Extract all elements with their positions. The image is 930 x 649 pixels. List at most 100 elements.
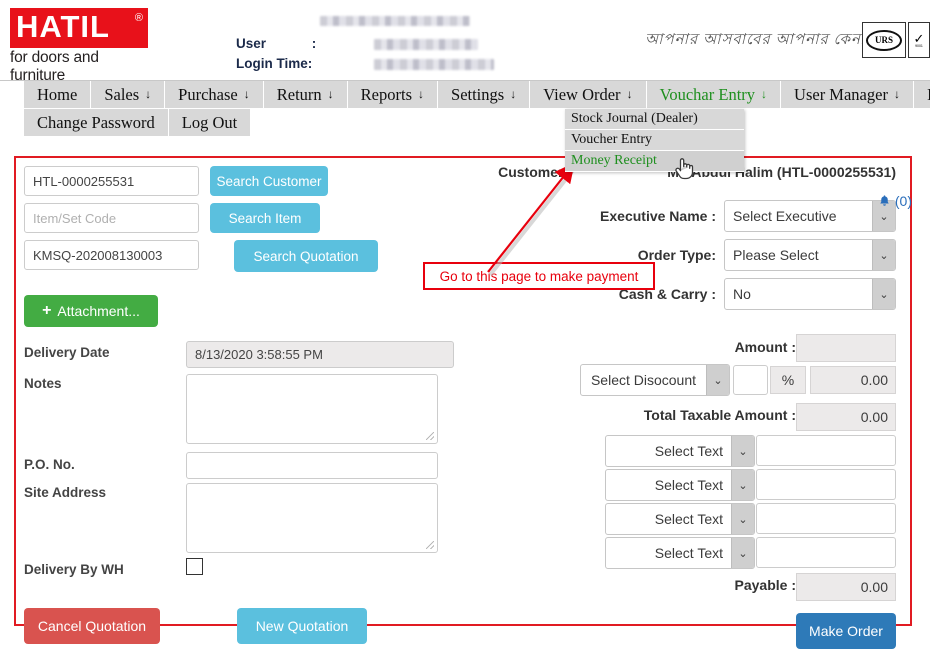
new-quotation-button[interactable]: New Quotation — [237, 608, 367, 644]
text-select-value: Select Text — [654, 443, 723, 459]
dropdown-item-voucher-entry[interactable]: Voucher Entry — [565, 130, 744, 151]
search-item-button[interactable]: Search Item — [210, 203, 320, 233]
nav-item-reports[interactable]: Reports ↓ — [347, 81, 439, 109]
nav-item-label: View Order — [543, 84, 621, 104]
search-quotation-button[interactable]: Search Quotation — [234, 240, 378, 272]
text-select-3[interactable]: Select Text ⌄ — [605, 503, 755, 535]
text-value-input-2[interactable] — [756, 469, 896, 500]
notification-count: (0) — [894, 193, 912, 209]
discount-input[interactable] — [733, 365, 768, 395]
payable-label: Payable : — [734, 577, 796, 593]
left-form-column: Search Customer Search Item Search Quota… — [24, 166, 464, 644]
chevron-down-icon: ↓ — [243, 87, 250, 101]
nav-item-settings[interactable]: Settings ↓ — [438, 81, 531, 109]
vouchar-entry-dropdown[interactable]: Stock Journal (Dealer) Voucher Entry Money… — [565, 109, 744, 172]
quotation-search-row: Search Quotation — [24, 240, 464, 277]
nav-item-user-manager[interactable]: User Manager ↓ — [781, 81, 914, 109]
po-label: P.O. No. — [24, 457, 75, 472]
total-taxable-label: Total Taxable Amount : — [643, 407, 796, 423]
nav-item-vouchar-entry[interactable]: Vouchar Entry ↓ — [646, 81, 782, 109]
user-info-block: User : Login Time: — [236, 16, 494, 74]
nav-item-inventory[interactable]: Inventory↓ — [913, 81, 930, 109]
redacted-login-time-value — [373, 58, 494, 70]
search-customer-button[interactable]: Search Customer — [210, 166, 328, 196]
cancel-quotation-button[interactable]: Cancel Quotation — [24, 608, 160, 644]
nav-item-view-order[interactable]: View Order ↓ — [530, 81, 647, 109]
delivery-date-row: Delivery Date — [24, 341, 464, 368]
text-select-row: Select Text ⌄ — [470, 435, 910, 467]
discount-select[interactable]: Select Disocount ⌄ — [580, 364, 730, 396]
notes-label: Notes — [24, 376, 62, 391]
chevron-down-icon: ⌄ — [731, 504, 754, 534]
text-select-value: Select Text — [654, 545, 723, 561]
registered-mark-icon: ® — [134, 12, 143, 24]
nav-item-label: Vouchar Entry — [659, 84, 756, 104]
plus-icon: + — [42, 302, 52, 319]
item-code-input[interactable] — [24, 203, 199, 233]
nav-item-sales[interactable]: Sales ↓ — [91, 81, 166, 109]
hatil-logo: HATIL ® for doors and furniture — [10, 8, 150, 85]
text-select-2[interactable]: Select Text ⌄ — [605, 469, 755, 501]
text-select-4[interactable]: Select Text ⌄ — [605, 537, 755, 569]
main-navigation: Home Sales ↓ Purchase ↓ Return ↓ Reports ↓ Settin… — [0, 80, 930, 209]
text-value-input-4[interactable] — [756, 537, 896, 568]
text-value-input-3[interactable] — [756, 503, 896, 534]
dropdown-item-stock-journal-dealer[interactable]: Stock Journal (Dealer) — [565, 109, 744, 130]
text-select-value: Select Text — [654, 477, 723, 493]
make-order-button[interactable]: Make Order — [796, 613, 896, 649]
nav-item-home[interactable]: Home — [24, 81, 92, 109]
chevron-down-icon: ⌄ — [731, 538, 754, 568]
cash-carry-value: No — [733, 286, 751, 302]
notes-textarea[interactable] — [186, 374, 438, 444]
percent-symbol: % — [770, 366, 806, 394]
amount-value — [796, 334, 896, 362]
page-header: HATIL ® for doors and furniture User : L… — [0, 0, 930, 84]
order-type-select[interactable]: Please Select ⌄ — [724, 239, 896, 271]
cash-carry-select[interactable]: No ⌄ — [724, 278, 896, 310]
executive-select[interactable]: Select Executive ⌄ — [724, 200, 896, 232]
nav-item-label: Reports — [360, 84, 413, 104]
certification-logos: URS ✓ 9001 — [862, 22, 930, 58]
nav-row-secondary: Change Password Log Out — [0, 109, 930, 137]
nav-item-purchase[interactable]: Purchase ↓ — [165, 81, 264, 109]
notification-area[interactable]: (0) — [878, 193, 912, 209]
text-select-row: Select Text ⌄ — [470, 469, 910, 501]
nav-item-label: Log Out — [181, 112, 238, 132]
iso-certification-icon: ✓ 9001 — [908, 22, 930, 58]
discount-amount: 0.00 — [810, 366, 896, 394]
site-address-textarea[interactable] — [186, 483, 438, 553]
nav-item-return[interactable]: Return ↓ — [263, 81, 348, 109]
dropdown-item-money-receipt[interactable]: Money Receipt — [565, 151, 744, 172]
chevron-down-icon: ↓ — [327, 87, 334, 101]
attachment-label: Attachment... — [57, 303, 140, 319]
nav-item-log-out[interactable]: Log Out — [168, 109, 252, 137]
site-address-row: Site Address — [24, 483, 464, 558]
item-search-row: Search Item — [24, 203, 464, 240]
nav-item-change-password[interactable]: Change Password — [24, 109, 169, 137]
login-time-label: Login Time: — [236, 56, 313, 71]
delivery-date-input[interactable] — [186, 341, 454, 368]
nav-item-label: Return — [276, 84, 322, 104]
total-taxable-row: Total Taxable Amount : 0.00 — [470, 403, 910, 431]
executive-value: Select Executive — [733, 208, 837, 224]
nav-item-label: Change Password — [37, 112, 155, 132]
delivery-date-label: Delivery Date — [24, 345, 110, 360]
order-type-label: Order Type: — [637, 247, 716, 263]
text-value-input-1[interactable] — [756, 435, 896, 466]
executive-label: Executive Name : — [600, 208, 716, 224]
customer-label: Customer : — [498, 164, 572, 180]
discount-row: Select Disocount ⌄ % 0.00 — [470, 364, 910, 398]
text-select-1[interactable]: Select Text ⌄ — [605, 435, 755, 467]
customer-code-input[interactable] — [24, 166, 199, 196]
attachment-button[interactable]: + Attachment... — [24, 295, 158, 327]
nav-row-primary: Home Sales ↓ Purchase ↓ Return ↓ Reports ↓ Settin… — [0, 81, 930, 109]
amount-row: Amount : — [470, 334, 910, 364]
po-number-input[interactable] — [186, 452, 438, 479]
app-window: HATIL ® for doors and furniture User : L… — [0, 0, 930, 649]
amount-label: Amount : — [734, 339, 796, 355]
quotation-code-input[interactable] — [24, 240, 199, 270]
nav-item-label: Settings — [451, 84, 505, 104]
delivery-by-wh-checkbox[interactable] — [186, 558, 203, 575]
total-taxable-value: 0.00 — [796, 403, 896, 431]
